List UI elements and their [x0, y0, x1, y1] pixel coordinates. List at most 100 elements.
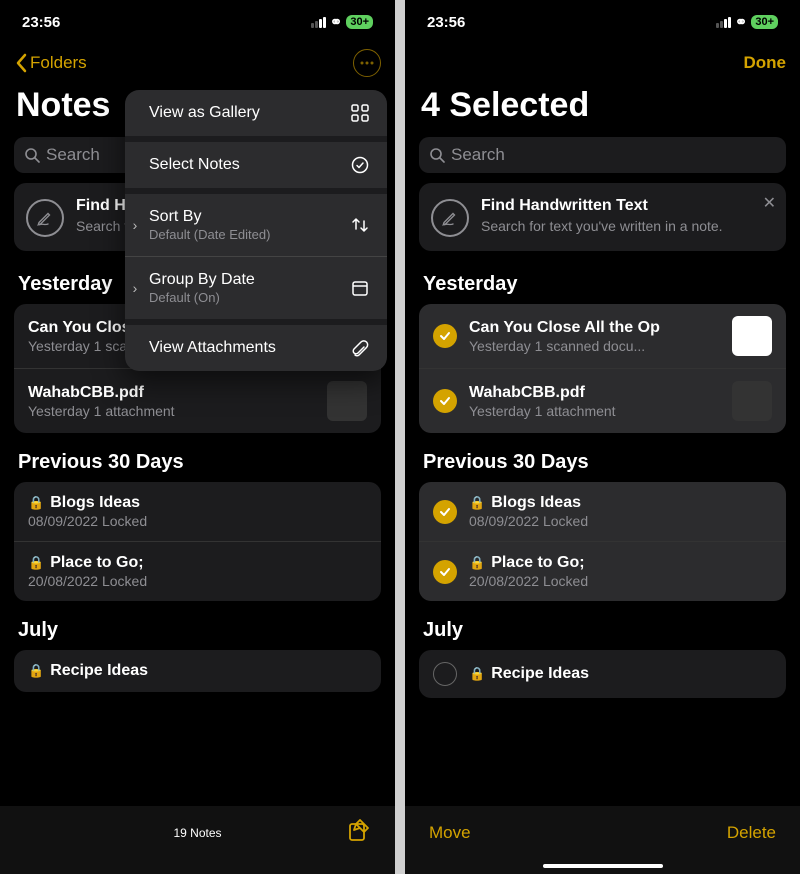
- note-title: Can You Close All the Op: [469, 319, 720, 337]
- phone-left: 23:56 ⚭ 30+ Folders Notes Search Find Ha…: [0, 0, 395, 874]
- section-july: July: [0, 609, 395, 650]
- selection-check[interactable]: [433, 389, 457, 413]
- card-title: Find Handwritten Text: [481, 197, 756, 215]
- paperclip-icon: [349, 339, 371, 357]
- menu-label: Group By Date: [149, 271, 339, 289]
- back-label: Folders: [30, 53, 87, 73]
- signal-icon: [716, 17, 731, 28]
- note-row[interactable]: 🔒Blogs Ideas 08/09/2022 Locked: [14, 482, 381, 541]
- note-sub: Yesterday 1 attachment: [28, 403, 315, 419]
- delete-button[interactable]: Delete: [727, 823, 776, 843]
- status-right: ⚭ 30+: [311, 13, 373, 31]
- note-row[interactable]: 🔒Recipe Ideas: [419, 650, 786, 698]
- search-icon: [24, 147, 40, 163]
- calendar-icon: [349, 279, 371, 297]
- note-row[interactable]: 🔒Place to Go; 20/08/2022 Locked: [419, 541, 786, 601]
- done-button[interactable]: Done: [744, 53, 787, 73]
- close-card-button[interactable]: ✕: [763, 193, 776, 213]
- battery-badge: 30+: [751, 15, 778, 29]
- menu-label: Sort By: [149, 208, 339, 226]
- menu-sub: Default (On): [149, 290, 339, 305]
- nav-bar: Folders: [0, 44, 395, 82]
- home-indicator[interactable]: [543, 864, 663, 868]
- selection-check[interactable]: [433, 560, 457, 584]
- search-placeholder: Search: [451, 145, 505, 165]
- group-prev30: 🔒Blogs Ideas 08/09/2022 Locked 🔒Place to…: [14, 482, 381, 601]
- note-row[interactable]: WahabCBB.pdf Yesterday 1 attachment: [419, 368, 786, 433]
- menu-label: View Attachments: [149, 339, 276, 356]
- note-row[interactable]: 🔒Blogs Ideas 08/09/2022 Locked: [419, 482, 786, 541]
- more-menu: View as Gallery Select Notes › Sort By D…: [125, 90, 387, 371]
- note-title: WahabCBB.pdf: [469, 384, 720, 402]
- search-placeholder: Search: [46, 145, 100, 165]
- search-input[interactable]: Search: [419, 137, 786, 173]
- section-yesterday: Yesterday: [405, 263, 800, 304]
- lock-icon: 🔒: [469, 555, 485, 570]
- lock-icon: 🔒: [28, 663, 44, 678]
- status-right: ⚭ 30+: [716, 13, 778, 31]
- menu-view-attachments[interactable]: View Attachments: [125, 319, 387, 371]
- compose-button[interactable]: [347, 819, 371, 848]
- menu-label: View as Gallery: [149, 104, 260, 121]
- note-title: 🔒Place to Go;: [28, 554, 367, 572]
- sort-arrows-icon: [349, 216, 371, 234]
- compose-icon: [347, 819, 371, 843]
- note-row[interactable]: 🔒Place to Go; 20/08/2022 Locked: [14, 541, 381, 601]
- card-text: Find Handwritten Text Search for text yo…: [481, 197, 774, 235]
- note-sub: 20/08/2022 Locked: [469, 573, 772, 589]
- data-icon: ⚭: [330, 13, 343, 31]
- lock-icon: 🔒: [469, 495, 485, 510]
- section-july: July: [405, 609, 800, 650]
- group-july: 🔒Recipe Ideas: [14, 650, 381, 692]
- grid-icon: [349, 104, 371, 122]
- menu-select-notes[interactable]: Select Notes: [125, 136, 387, 188]
- note-title: 🔒Blogs Ideas: [28, 494, 367, 512]
- note-thumbnail: [732, 381, 772, 421]
- battery-badge: 30+: [346, 15, 373, 29]
- group-prev30: 🔒Blogs Ideas 08/09/2022 Locked 🔒Place to…: [419, 482, 786, 601]
- selection-check[interactable]: [433, 662, 457, 686]
- section-prev30: Previous 30 Days: [0, 441, 395, 482]
- handwriting-icon: [26, 199, 64, 237]
- handwriting-icon: [431, 199, 469, 237]
- menu-group-by-date[interactable]: › Group By Date Default (On): [125, 256, 387, 319]
- status-bar: 23:56 ⚭ 30+: [0, 0, 395, 44]
- find-handwritten-card[interactable]: Find Handwritten Text Search for text yo…: [419, 183, 786, 251]
- status-time: 23:56: [22, 14, 60, 31]
- note-row[interactable]: 🔒Recipe Ideas: [14, 650, 381, 692]
- note-sub: 08/09/2022 Locked: [28, 513, 367, 529]
- chevron-right-icon: ›: [125, 280, 145, 296]
- note-sub: Yesterday 1 scanned docu...: [469, 338, 720, 354]
- menu-sort-by[interactable]: › Sort By Default (Date Edited): [125, 188, 387, 256]
- menu-label: Select Notes: [149, 156, 240, 173]
- move-button[interactable]: Move: [429, 823, 471, 843]
- notes-count: 19 Notes: [173, 826, 221, 840]
- back-button[interactable]: Folders: [14, 53, 87, 73]
- note-title: 🔒Recipe Ideas: [469, 665, 772, 683]
- card-sub: Search for text you've written in a note…: [481, 217, 756, 235]
- note-sub: 20/08/2022 Locked: [28, 573, 367, 589]
- group-yesterday: Can You Close All the Op Yesterday 1 sca…: [419, 304, 786, 433]
- nav-bar: Done: [405, 44, 800, 82]
- chevron-right-icon: ›: [125, 217, 145, 233]
- note-thumbnail: [732, 316, 772, 356]
- note-row[interactable]: WahabCBB.pdf Yesterday 1 attachment: [14, 368, 381, 433]
- group-july: 🔒Recipe Ideas: [419, 650, 786, 698]
- signal-icon: [311, 17, 326, 28]
- lock-icon: 🔒: [28, 495, 44, 510]
- status-time: 23:56: [427, 14, 465, 31]
- bottom-toolbar: 19 Notes: [0, 806, 395, 874]
- menu-sub: Default (Date Edited): [149, 227, 339, 242]
- status-bar: 23:56 ⚭ 30+: [405, 0, 800, 44]
- phone-right: 23:56 ⚭ 30+ Done 4 Selected Search Find …: [405, 0, 800, 874]
- more-button[interactable]: [353, 49, 381, 77]
- selection-check[interactable]: [433, 500, 457, 524]
- menu-view-gallery[interactable]: View as Gallery: [125, 90, 387, 136]
- note-title: WahabCBB.pdf: [28, 384, 315, 402]
- check-circle-icon: [349, 156, 371, 174]
- selection-check[interactable]: [433, 324, 457, 348]
- note-sub: 08/09/2022 Locked: [469, 513, 772, 529]
- note-title: 🔒Recipe Ideas: [28, 662, 367, 680]
- search-icon: [429, 147, 445, 163]
- note-row[interactable]: Can You Close All the Op Yesterday 1 sca…: [419, 304, 786, 368]
